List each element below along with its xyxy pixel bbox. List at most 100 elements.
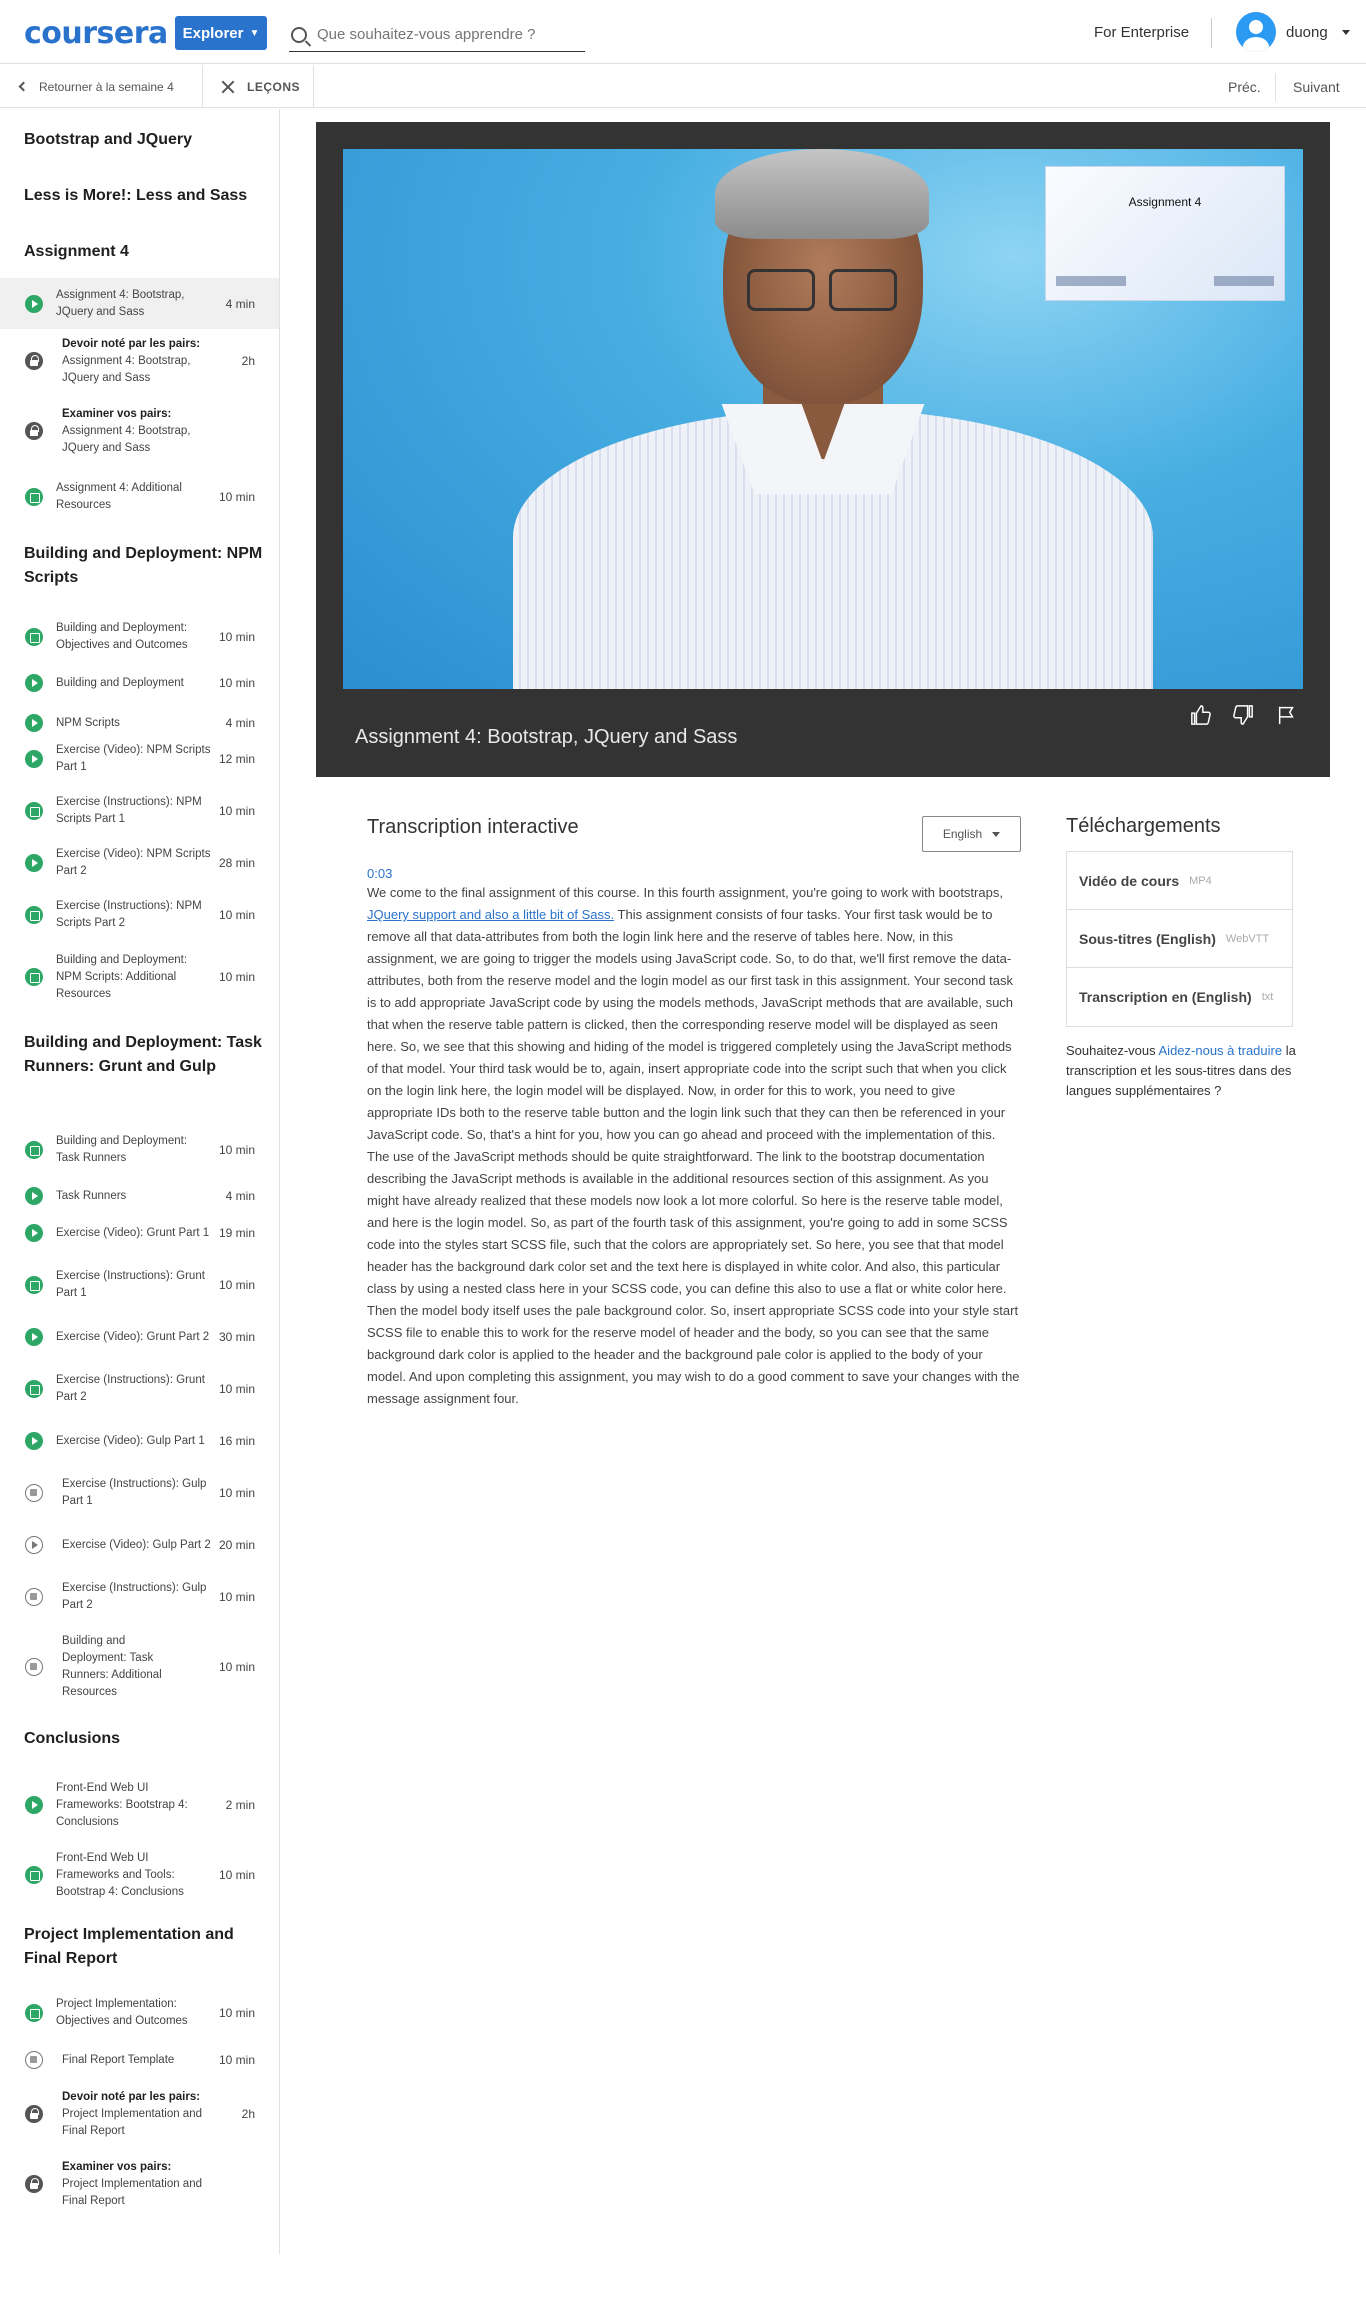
- item-title: Devoir noté par les pairs: Assignment 4: …: [62, 336, 222, 387]
- sidebar-item[interactable]: Front-End Web UI Frameworks and Tools: B…: [0, 1845, 279, 1905]
- transcript-text-before: We come to the final assignment of this …: [367, 885, 1003, 900]
- sidebar-item[interactable]: Exercise (Instructions): NPM Scripts Par…: [0, 791, 279, 831]
- item-duration: 10 min: [218, 1660, 255, 1674]
- sidebar-item[interactable]: Exercise (Instructions): NPM Scripts Par…: [0, 895, 279, 935]
- sidebar-item[interactable]: Exercise (Instructions): Grunt Part 2 10…: [0, 1369, 279, 1409]
- explore-label: Explorer: [182, 24, 244, 42]
- item-duration: 10 min: [218, 1143, 255, 1157]
- coursera-logo[interactable]: coursera: [24, 16, 168, 51]
- download-label: Sous-titres (English): [1079, 930, 1216, 947]
- item-duration: 20 min: [218, 1538, 255, 1552]
- caret-down-icon: [1341, 29, 1350, 35]
- lessons-toggle-button[interactable]: LEÇONS: [203, 65, 314, 108]
- item-title: Final Report Template: [62, 2053, 175, 2066]
- item-title-text: Assignment 4: Bootstrap, JQuery and Sass: [62, 354, 191, 384]
- lesson-sidebar: Bootstrap and JQuery Less is More!: Less…: [0, 109, 280, 2254]
- sidebar-item[interactable]: Exercise (Video): NPM Scripts Part 1 12 …: [0, 739, 279, 779]
- video-player: Assignment 4 Assignment 4: Bootstrap, JQ…: [316, 122, 1330, 777]
- reading-icon: [25, 2004, 43, 2022]
- sidebar-item[interactable]: Examiner vos pairs: Assignment 4: Bootstr…: [0, 401, 279, 461]
- item-duration: 4 min: [225, 716, 255, 730]
- sidebar-item[interactable]: Examiner vos pairs: Project Implementatio…: [0, 2154, 279, 2214]
- item-duration: 4 min: [225, 1189, 255, 1203]
- sidebar-item[interactable]: Devoir noté par les pairs: Project Implem…: [0, 2084, 279, 2144]
- sidebar-item[interactable]: Task Runners 4 min: [0, 1182, 279, 1210]
- flag-icon[interactable]: [1276, 704, 1302, 730]
- sidebar-item[interactable]: Exercise (Video): Grunt Part 1 19 min: [0, 1213, 279, 1253]
- sidebar-item[interactable]: Front-End Web UI Frameworks: Bootstrap 4…: [0, 1775, 279, 1835]
- section-task-runners[interactable]: Building and Deployment: Task Runners: G…: [24, 1031, 264, 1079]
- for-enterprise-link[interactable]: For Enterprise: [1094, 24, 1189, 41]
- section-less-sass[interactable]: Less is More!: Less and Sass: [24, 184, 264, 208]
- sidebar-item[interactable]: Building and Deployment: Objectives and …: [0, 617, 279, 657]
- item-prefix: Examiner vos pairs:: [62, 2160, 172, 2173]
- sidebar-item[interactable]: Final Report Template 10 min: [0, 2046, 279, 2074]
- previous-button[interactable]: Préc.: [1228, 79, 1261, 95]
- transcript-highlight-link[interactable]: JQuery support and also a little bit of …: [367, 907, 614, 922]
- sidebar-item[interactable]: Building and Deployment: Task Runners 10…: [0, 1130, 279, 1170]
- avatar-icon: [1236, 12, 1276, 52]
- back-label: Retourner à la semaine 4: [39, 79, 174, 94]
- sidebar-item[interactable]: Building and Deployment 10 min: [0, 669, 279, 697]
- back-to-week-link[interactable]: Retourner à la semaine 4: [0, 65, 203, 108]
- sidebar-item[interactable]: Exercise (Video): NPM Scripts Part 2 28 …: [0, 843, 279, 883]
- sidebar-item[interactable]: Devoir noté par les pairs: Assignment 4: …: [0, 331, 279, 391]
- explore-button[interactable]: Explorer ▼: [175, 16, 267, 50]
- slide-overlay: Assignment 4: [1045, 166, 1285, 301]
- section-assignment-4[interactable]: Assignment 4: [24, 240, 264, 264]
- next-button[interactable]: Suivant: [1293, 79, 1340, 95]
- sidebar-item[interactable]: Building and Deployment: Task Runners: A…: [0, 1629, 279, 1705]
- thumbs-up-icon[interactable]: [1190, 704, 1216, 730]
- download-lecture-video[interactable]: Vidéo de cours MP4: [1067, 852, 1292, 910]
- play-icon: [25, 294, 43, 313]
- item-duration: 10 min: [218, 1382, 255, 1396]
- transcript-timecode[interactable]: 0:03: [367, 866, 392, 881]
- download-subtitles[interactable]: Sous-titres (English) WebVTT: [1067, 910, 1292, 968]
- sidebar-item[interactable]: Assignment 4: Additional Resources 10 mi…: [0, 477, 279, 517]
- item-title-text: Project Implementation and Final Report: [62, 2107, 202, 2137]
- sidebar-item[interactable]: Exercise (Video): Gulp Part 1 16 min: [0, 1421, 279, 1461]
- sidebar-item[interactable]: Exercise (Video): Gulp Part 2 20 min: [0, 1525, 279, 1565]
- downloads-list: Vidéo de cours MP4 Sous-titres (English)…: [1066, 851, 1293, 1027]
- user-menu[interactable]: duong: [1236, 12, 1350, 52]
- top-header: coursera Explorer ▼ For Enterprise duong: [0, 0, 1366, 64]
- download-transcript[interactable]: Transcription en (English) txt: [1067, 968, 1292, 1026]
- sidebar-item[interactable]: Exercise (Instructions): Gulp Part 1 10 …: [0, 1473, 279, 1513]
- item-prefix: Devoir noté par les pairs:: [62, 337, 201, 350]
- section-project-implementation[interactable]: Project Implementation and Final Report: [24, 1923, 264, 1971]
- sidebar-item[interactable]: Building and Deployment: NPM Scripts: Ad…: [0, 947, 279, 1007]
- help-translate-link[interactable]: Aidez-nous à traduire: [1159, 1043, 1283, 1058]
- item-duration: 16 min: [218, 1434, 255, 1448]
- transcript-text[interactable]: We come to the final assignment of this …: [367, 882, 1021, 1410]
- close-icon: [221, 80, 235, 94]
- search-icon[interactable]: [291, 26, 307, 43]
- lock-icon: [25, 422, 43, 440]
- section-bootstrap-jquery[interactable]: Bootstrap and JQuery: [24, 128, 264, 152]
- item-title: Exercise (Instructions): NPM Scripts Par…: [56, 900, 202, 929]
- language-value: English: [942, 827, 983, 841]
- sidebar-item[interactable]: Exercise (Instructions): Gulp Part 2 10 …: [0, 1577, 279, 1617]
- item-prefix: Examiner vos pairs:: [62, 407, 172, 420]
- sidebar-item[interactable]: Project Implementation: Objectives and O…: [0, 1993, 279, 2033]
- item-duration: 10 min: [218, 1278, 255, 1292]
- item-duration: 10 min: [218, 2006, 255, 2020]
- sidebar-item[interactable]: NPM Scripts 4 min: [0, 709, 279, 737]
- lesson-subnav: Retourner à la semaine 4 LEÇONS Préc. Su…: [0, 65, 1366, 108]
- item-title: Exercise (Instructions): NPM Scripts Par…: [56, 796, 202, 825]
- play-icon: [25, 1796, 43, 1814]
- reading-icon: [25, 488, 43, 506]
- sidebar-item[interactable]: Exercise (Video): Grunt Part 2 30 min: [0, 1317, 279, 1357]
- search-input[interactable]: [317, 26, 577, 43]
- section-npm-scripts[interactable]: Building and Deployment: NPM Scripts: [24, 542, 264, 590]
- item-duration: 10 min: [218, 630, 255, 644]
- section-conclusions[interactable]: Conclusions: [24, 1727, 264, 1751]
- thumbs-down-icon[interactable]: [1232, 704, 1258, 730]
- lock-icon: [25, 352, 43, 370]
- user-name: duong: [1286, 23, 1328, 41]
- sidebar-item[interactable]: Assignment 4: Bootstrap, JQuery and Sass…: [0, 278, 279, 329]
- transcript-language-select[interactable]: English: [922, 816, 1021, 852]
- sidebar-item[interactable]: Exercise (Instructions): Grunt Part 1 10…: [0, 1265, 279, 1305]
- reading-icon: [25, 1866, 43, 1884]
- reading-outline-icon: [25, 1588, 43, 1606]
- video-frame[interactable]: Assignment 4: [343, 149, 1303, 689]
